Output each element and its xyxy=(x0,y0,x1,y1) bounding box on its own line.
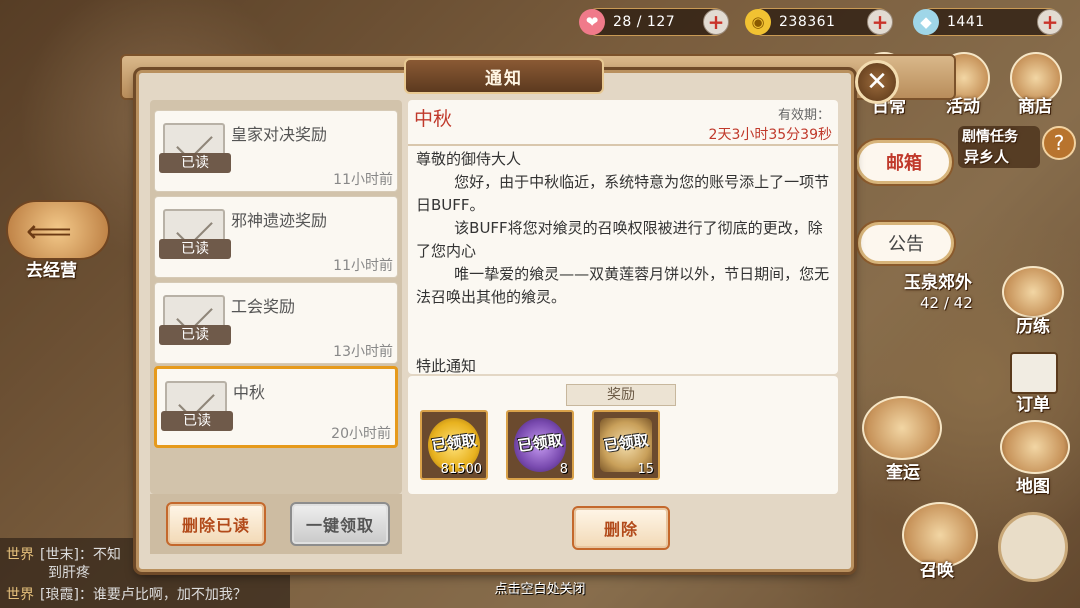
story-task-panel[interactable]: 剧情任务 异乡人 xyxy=(958,126,1040,168)
reward-quantity: 8 xyxy=(559,462,568,477)
map-button[interactable] xyxy=(1000,420,1070,474)
reward-quantity: 81500 xyxy=(440,462,482,477)
mail-title: 中秋 xyxy=(233,383,266,402)
heart-icon: ❤ xyxy=(579,9,605,35)
purple-orb-reward[interactable]: 已领取 8 xyxy=(506,410,574,480)
tag-reward[interactable]: 已领取 15 xyxy=(592,410,660,480)
crystal-counter: ◆ 1441 + xyxy=(913,8,1063,36)
story-task-sub: 异乡人 xyxy=(964,148,1010,166)
story-task-label: 剧情任务 xyxy=(962,129,1018,145)
mailbox-button[interactable]: 邮箱 xyxy=(856,140,952,184)
coin-icon: ◉ xyxy=(745,9,771,35)
add-coin-button[interactable]: + xyxy=(867,9,893,35)
divider xyxy=(408,144,838,146)
area-name: 玉泉郊外 xyxy=(904,273,972,293)
map-label: 地图 xyxy=(1016,477,1050,497)
training-label: 历练 xyxy=(1016,317,1050,337)
help-icon: ? xyxy=(1053,131,1065,155)
stamina-value: 28 / 127 xyxy=(613,14,676,30)
mail-time: 13小时前 xyxy=(333,344,393,360)
mail-body: 尊敬的御侍大人 您好，由于中秋临近，系统特意为您的账号添上了一项节日BUFF。 … xyxy=(416,150,830,375)
crystal-icon: ◆ xyxy=(913,9,939,35)
mail-title: 邪神遗迹奖励 xyxy=(231,211,328,230)
area-progress: 42 / 42 xyxy=(920,294,973,312)
mail-title: 工会奖励 xyxy=(231,297,296,316)
shop-label: 商店 xyxy=(1018,97,1052,117)
cooking-button[interactable] xyxy=(998,512,1068,582)
back-label: 去经营 xyxy=(26,261,77,281)
fortune-label: 奎运 xyxy=(886,463,920,483)
read-badge: 已读 xyxy=(159,325,231,345)
delete-button[interactable]: 删除 xyxy=(572,506,670,550)
orders-button[interactable] xyxy=(1010,352,1058,394)
notice-button[interactable]: 公告 xyxy=(858,222,954,264)
reward-label: 奖励 xyxy=(566,384,676,406)
mail-item[interactable]: 已读 邪神遗迹奖励 11小时前 xyxy=(154,196,398,278)
chat-channel-tag: 世界 xyxy=(6,547,34,563)
claim-all-button[interactable]: 一键领取 xyxy=(290,502,390,546)
notice-label: 公告 xyxy=(888,234,924,255)
close-button[interactable]: ✕ xyxy=(855,60,899,104)
mailbox-label: 邮箱 xyxy=(886,153,922,174)
mail-item[interactable]: 已读 皇家对决奖励 11小时前 xyxy=(154,110,398,192)
orders-label: 订单 xyxy=(1016,395,1050,415)
back-arrow-icon: ⟸ xyxy=(26,212,72,250)
delete-read-button[interactable]: 删除已读 xyxy=(166,502,266,546)
chat-text: [世末]：不知 xyxy=(40,547,121,563)
reward-quantity: 15 xyxy=(637,462,654,477)
crystal-value: 1441 xyxy=(947,14,985,30)
coin-reward[interactable]: 已领取 81500 xyxy=(420,410,488,480)
valid-countdown: 2天3小时35分39秒 xyxy=(708,127,832,143)
mail-time: 11小时前 xyxy=(333,172,393,188)
valid-label: 有效期： xyxy=(777,108,830,123)
coin-value: 238361 xyxy=(779,14,836,30)
dialog-title: 通知 xyxy=(404,58,604,94)
back-to-business-button[interactable]: ⟸ xyxy=(6,200,110,260)
mail-detail-title: 中秋 xyxy=(414,108,453,130)
add-crystal-button[interactable]: + xyxy=(1037,9,1063,35)
training-button[interactable] xyxy=(1002,266,1064,318)
fortune-button[interactable] xyxy=(862,396,942,460)
read-badge: 已读 xyxy=(159,153,231,173)
add-stamina-button[interactable]: + xyxy=(703,9,729,35)
close-icon: ✕ xyxy=(866,67,888,97)
read-badge: 已读 xyxy=(161,411,233,431)
mail-time: 11小时前 xyxy=(333,258,393,274)
close-hint: 点击空白处关闭 xyxy=(494,582,586,597)
mail-time: 20小时前 xyxy=(331,426,391,442)
stamina-counter: ❤ 28 / 127 + xyxy=(579,8,729,36)
help-button[interactable]: ? xyxy=(1042,126,1076,160)
mail-item[interactable]: 已读 工会奖励 13小时前 xyxy=(154,282,398,364)
mail-item-selected[interactable]: 已读 中秋 20小时前 xyxy=(154,366,398,448)
read-badge: 已读 xyxy=(159,239,231,259)
coin-counter: ◉ 238361 + xyxy=(745,8,893,36)
mail-title: 皇家对决奖励 xyxy=(231,125,328,144)
